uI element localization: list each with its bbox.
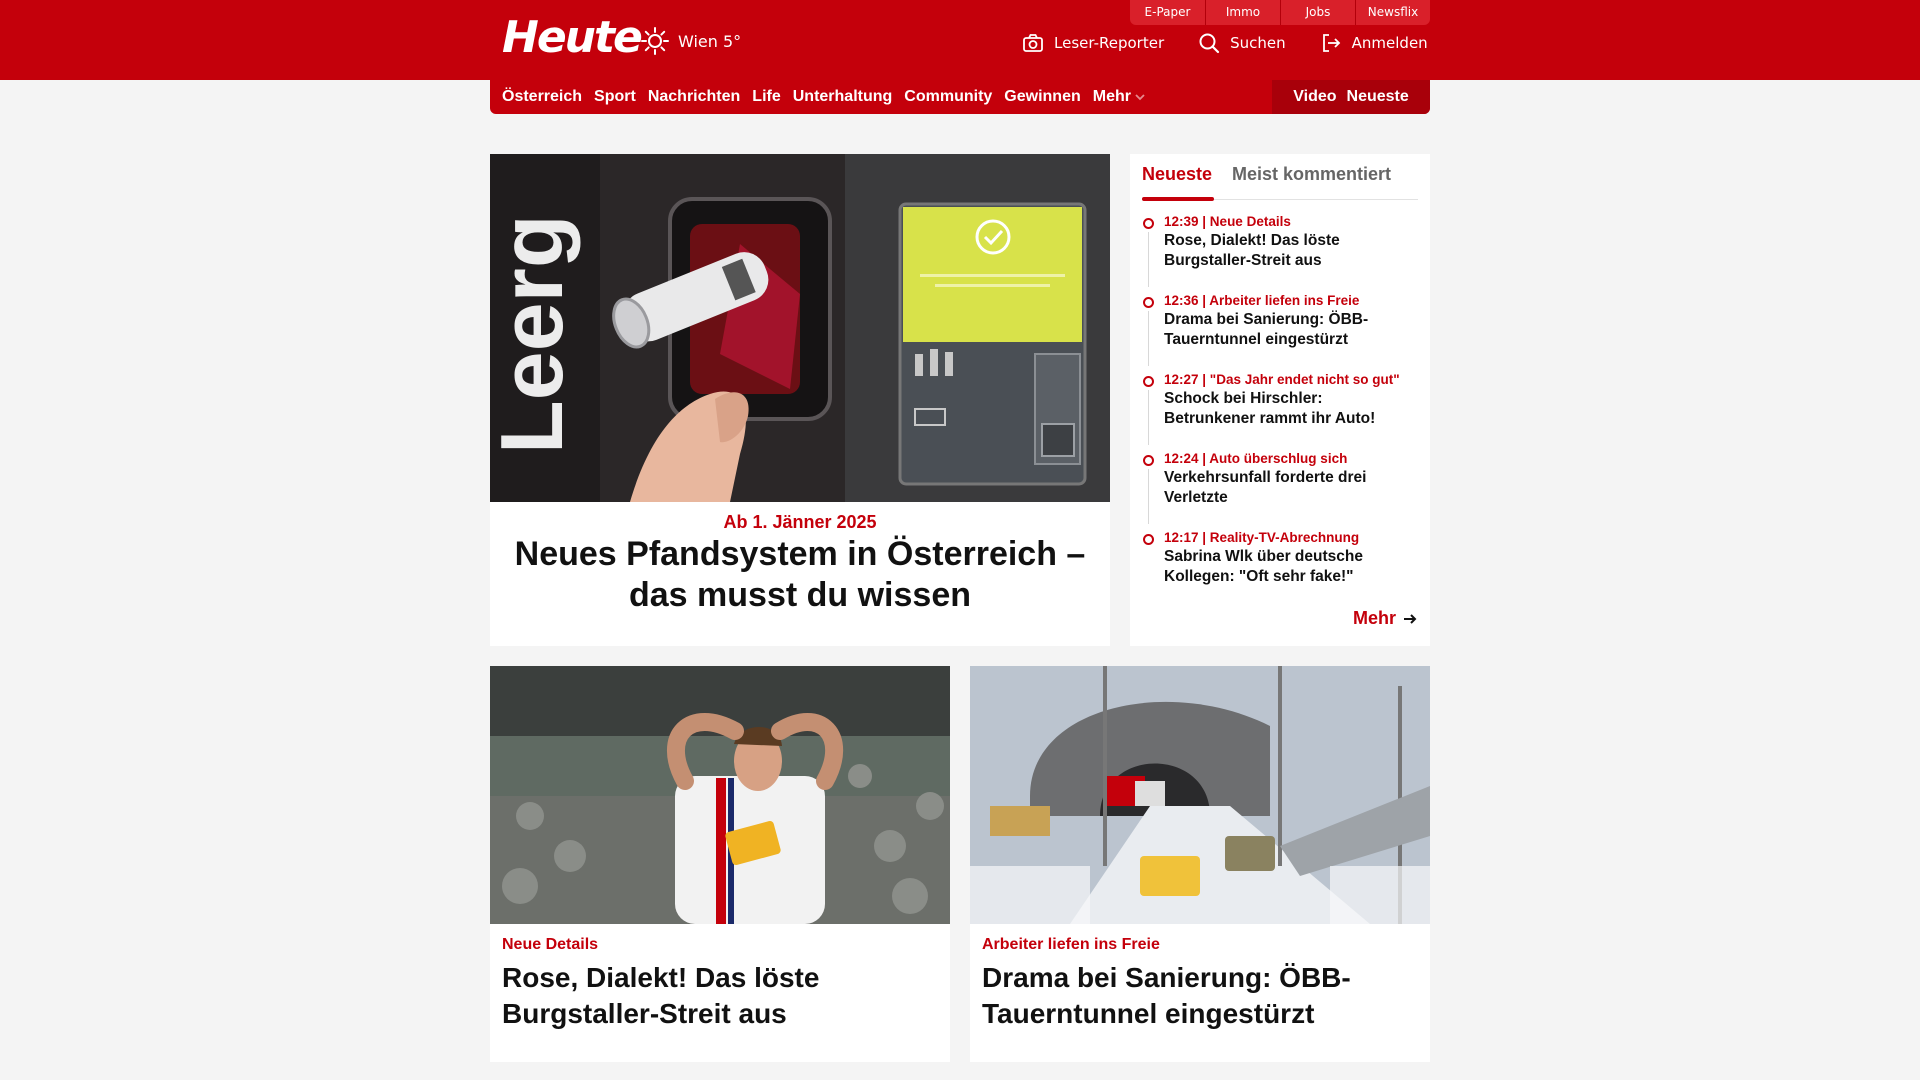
timeline-line — [1148, 232, 1149, 287]
ticker-meta: 12:36 | Arbeiter liefen ins Freie — [1164, 293, 1360, 308]
timeline-dot-icon — [1143, 297, 1154, 308]
nav-item-gewinnen[interactable]: Gewinnen — [1004, 88, 1080, 106]
service-tabs: E-Paper Immo Jobs Newsflix — [1130, 0, 1430, 25]
sidebar-more-link[interactable]: Mehr — [1353, 608, 1418, 629]
chevron-down-icon — [1135, 94, 1145, 101]
hero-kicker: Ab 1. Jänner 2025 — [723, 512, 877, 532]
search-label: Suchen — [1230, 34, 1286, 52]
arrow-right-icon — [1404, 613, 1417, 624]
camera-icon — [1023, 34, 1043, 52]
ticker-meta: 12:39 | Neue Details — [1164, 214, 1291, 229]
weather-text: Wien 5° — [678, 31, 742, 51]
ticker-title[interactable]: Rose, Dialekt! Das löste Burgstaller-Str… — [1164, 231, 1418, 271]
news-ticker-sidebar: Neueste Meist kommentiert 12:39 | Neue D… — [1130, 154, 1430, 646]
ticker-meta: 12:24 | Auto überschlug sich — [1164, 451, 1348, 466]
nav-item-nachrichten[interactable]: Nachrichten — [648, 88, 740, 106]
ticker-title[interactable]: Verkehrsunfall forderte drei Verletzte — [1164, 468, 1418, 508]
login-icon — [1322, 34, 1340, 52]
card-kicker: Arbeiter liefen ins Freie — [982, 936, 1160, 953]
ticker-item[interactable]: 12:36 | Arbeiter liefen ins Freie Drama … — [1142, 293, 1418, 372]
nav-item-video[interactable]: Video — [1293, 88, 1336, 106]
main-nav: Österreich Sport Nachrichten Life Unterh… — [490, 80, 1430, 114]
nav-right-group: Video Neueste — [1272, 80, 1430, 114]
nav-item-life[interactable]: Life — [752, 88, 780, 106]
timeline-line — [1148, 390, 1149, 445]
nav-item-unterhaltung[interactable]: Unterhaltung — [793, 88, 893, 106]
ticker-list: 12:39 | Neue Details Rose, Dialekt! Das … — [1142, 214, 1418, 609]
nav-item-community[interactable]: Community — [904, 88, 992, 106]
timeline-line — [1148, 469, 1149, 524]
sidebar-tabs: Neueste Meist kommentiert — [1142, 164, 1418, 201]
timeline-dot-icon — [1143, 218, 1154, 229]
timeline-dot-icon — [1143, 376, 1154, 387]
heute-logo[interactable]: Heute — [502, 14, 643, 62]
service-tab-epaper[interactable]: E-Paper — [1130, 0, 1205, 25]
nav-more-label: Mehr — [1092, 88, 1131, 105]
tunnel-construction-photo[interactable] — [970, 666, 1430, 924]
login-label: Anmelden — [1351, 34, 1428, 52]
card-headline[interactable]: Rose, Dialekt! Das löste Burgstaller-Str… — [502, 960, 938, 1032]
search-icon — [1199, 33, 1220, 54]
nav-more-dropdown[interactable]: Mehr — [1093, 88, 1145, 106]
svg-text:Leerg: Leerg — [490, 214, 581, 454]
timeline-line — [1148, 311, 1149, 366]
leser-reporter-button[interactable]: Leser-Reporter — [1022, 32, 1164, 54]
article-card[interactable]: Neue Details Rose, Dialekt! Das löste Bu… — [490, 666, 950, 1062]
ticker-item[interactable]: 12:39 | Neue Details Rose, Dialekt! Das … — [1142, 214, 1418, 293]
tab-neueste[interactable]: Neueste — [1142, 164, 1215, 201]
ticker-title[interactable]: Drama bei Sanierung: ÖBB-Tauerntunnel ei… — [1164, 310, 1418, 350]
football-player-photo[interactable] — [490, 666, 950, 924]
leser-reporter-label: Leser-Reporter — [1054, 34, 1165, 52]
top-header — [0, 0, 1920, 80]
ticker-meta: 12:27 | "Das Jahr endet nicht so gut" — [1164, 372, 1400, 387]
ticker-title[interactable]: Schock bei Hirschler: Betrunkener rammt … — [1164, 389, 1418, 429]
sidebar-more-label: Mehr — [1352, 608, 1396, 628]
card-headline[interactable]: Drama bei Sanierung: ÖBB-Tauerntunnel ei… — [982, 960, 1418, 1032]
ticker-meta: 12:17 | Reality-TV-Abrechnung — [1164, 530, 1360, 545]
article-card[interactable]: Arbeiter liefen ins Freie Drama bei Sani… — [970, 666, 1430, 1062]
service-tab-newsflix[interactable]: Newsflix — [1355, 0, 1430, 25]
tab-meist-kommentiert[interactable]: Meist kommentiert — [1232, 164, 1391, 185]
sun-icon — [641, 27, 669, 55]
header-actions: Leser-Reporter Suchen Anmelden — [1022, 32, 1428, 54]
hero-article[interactable]: Leerg Ab 1. Jänner 2025 Neues Pfandsyste… — [490, 154, 1110, 646]
hero-headline[interactable]: Neues Pfandsystem in Österreich – das mu… — [510, 534, 1090, 616]
nav-item-oesterreich[interactable]: Österreich — [502, 88, 582, 106]
timeline-dot-icon — [1143, 534, 1154, 545]
deposit-machine-photo[interactable]: Leerg — [490, 154, 1110, 502]
ticker-item[interactable]: 12:27 | "Das Jahr endet nicht so gut" Sc… — [1142, 372, 1418, 451]
ticker-item[interactable]: 12:17 | Reality-TV-Abrechnung Sabrina Wl… — [1142, 530, 1418, 609]
login-button[interactable]: Anmelden — [1320, 32, 1428, 54]
service-tab-jobs[interactable]: Jobs — [1280, 0, 1355, 25]
timeline-dot-icon — [1143, 455, 1154, 466]
nav-item-sport[interactable]: Sport — [594, 88, 636, 106]
nav-item-neueste[interactable]: Neueste — [1347, 88, 1409, 106]
ticker-item[interactable]: 12:24 | Auto überschlug sich Verkehrsunf… — [1142, 451, 1418, 530]
weather-widget[interactable]: Wien 5° — [640, 26, 741, 56]
service-tab-immo[interactable]: Immo — [1205, 0, 1280, 25]
search-button[interactable]: Suchen — [1198, 32, 1286, 54]
ticker-title[interactable]: Sabrina Wlk über deutsche Kollegen: "Oft… — [1164, 547, 1418, 587]
card-kicker: Neue Details — [502, 936, 599, 953]
